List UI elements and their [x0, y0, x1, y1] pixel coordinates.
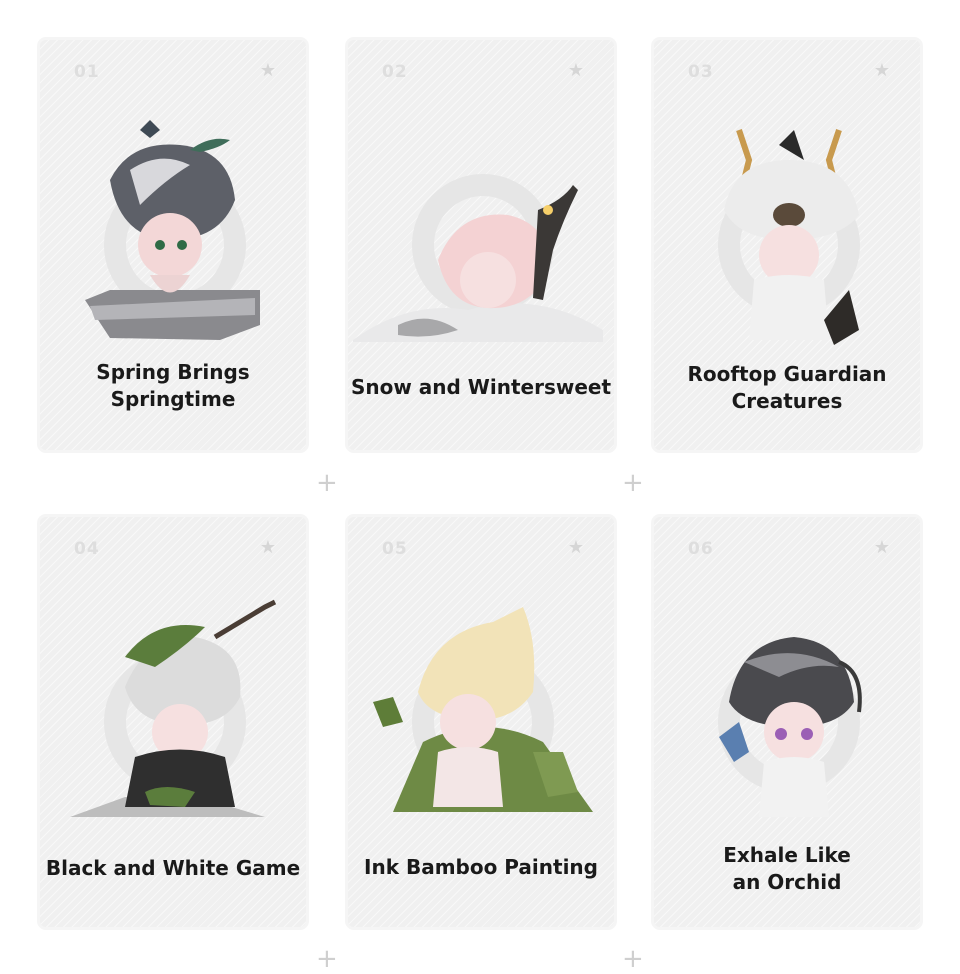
card-number: 06 — [688, 539, 714, 559]
figure-name: Rooftop Guardian Creatures — [687, 362, 887, 413]
figure-image — [70, 599, 277, 817]
figure-image — [373, 607, 593, 812]
figure-name: Spring Brings Springtime — [96, 360, 250, 411]
figure-image — [353, 185, 603, 342]
figure-name: Snow and Wintersweet — [350, 375, 612, 399]
card-number: 02 — [382, 62, 408, 82]
plus-separator-icon: + — [622, 944, 644, 974]
star-icon: ★ — [873, 537, 890, 558]
figure-name: Exhale Like an Orchid — [723, 843, 851, 894]
card-number: 04 — [74, 539, 100, 559]
figure-name: Black and White Game — [45, 856, 301, 880]
figure-card-05[interactable]: 05 ★ Ink Bamboo Painting — [348, 517, 614, 927]
figure-card-04[interactable]: 04 ★ Black and White Game — [40, 517, 306, 927]
plus-separator-icon: + — [622, 468, 644, 498]
star-icon: ★ — [259, 60, 276, 81]
star-icon: ★ — [259, 537, 276, 558]
figure-card-06[interactable]: 06 ★ Exhale Like an Orchid — [654, 517, 920, 927]
plus-separator-icon: + — [316, 944, 338, 974]
plus-separator-icon: + — [316, 468, 338, 498]
star-icon: ★ — [873, 60, 890, 81]
figure-card-02[interactable]: 02 ★ Snow and Wintersweet — [348, 40, 614, 450]
card-number: 03 — [688, 62, 714, 82]
star-icon: ★ — [567, 60, 584, 81]
star-icon: ★ — [567, 537, 584, 558]
figure-card-03[interactable]: 03 ★ Rooftop Guardian Creatures — [654, 40, 920, 450]
card-number: 01 — [74, 62, 100, 82]
figure-image — [719, 637, 862, 817]
figure-image — [724, 129, 859, 345]
figure-name: Ink Bamboo Painting — [364, 855, 598, 879]
figure-image — [85, 120, 260, 340]
figure-card-01[interactable]: 01 ★ Spring Brings Springtime — [40, 40, 306, 450]
card-number: 05 — [382, 539, 408, 559]
